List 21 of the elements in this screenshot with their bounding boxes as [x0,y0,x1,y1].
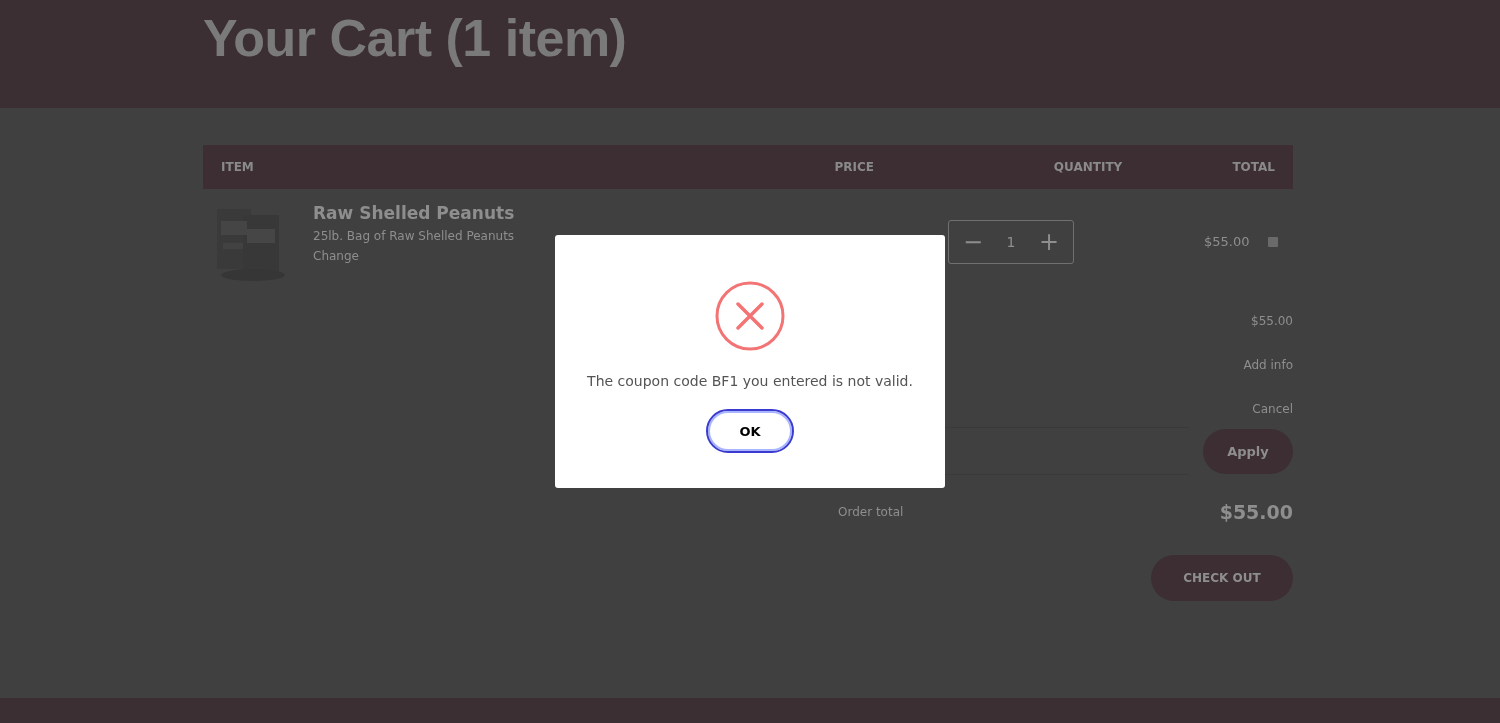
error-icon [715,281,785,351]
column-header: TOTAL [1232,160,1276,174]
line-total: $55.00 [1204,234,1250,249]
product-name[interactable]: Raw Shelled Peanuts [313,203,753,223]
increment-button[interactable]: + [1034,228,1063,256]
ok-button[interactable]: OK [706,409,794,453]
column-header: PRICE [833,160,875,174]
quantity-value: 1 [1006,234,1016,250]
add-info-link[interactable]: Add info [1243,357,1293,373]
order-total-amount: $55.00 [1219,501,1293,523]
checkout-button[interactable]: CHECK OUT [1151,555,1293,601]
product-variant: 25lb. Bag of Raw Shelled Peanuts [313,229,516,243]
page-title: Your Cart (1 item) [202,8,628,68]
subtotal-amount: $55.00 [1251,313,1293,329]
apply-button[interactable]: Apply [1203,428,1293,474]
order-total-label: Order total [838,505,904,519]
column-header: ITEM [221,160,255,174]
column-header: QUANTITY [1052,160,1124,174]
cancel-link[interactable]: Cancel [1252,401,1293,417]
error-message: The coupon code BF1 you entered is not valid. [587,373,913,389]
decrement-button[interactable]: − [959,228,988,256]
